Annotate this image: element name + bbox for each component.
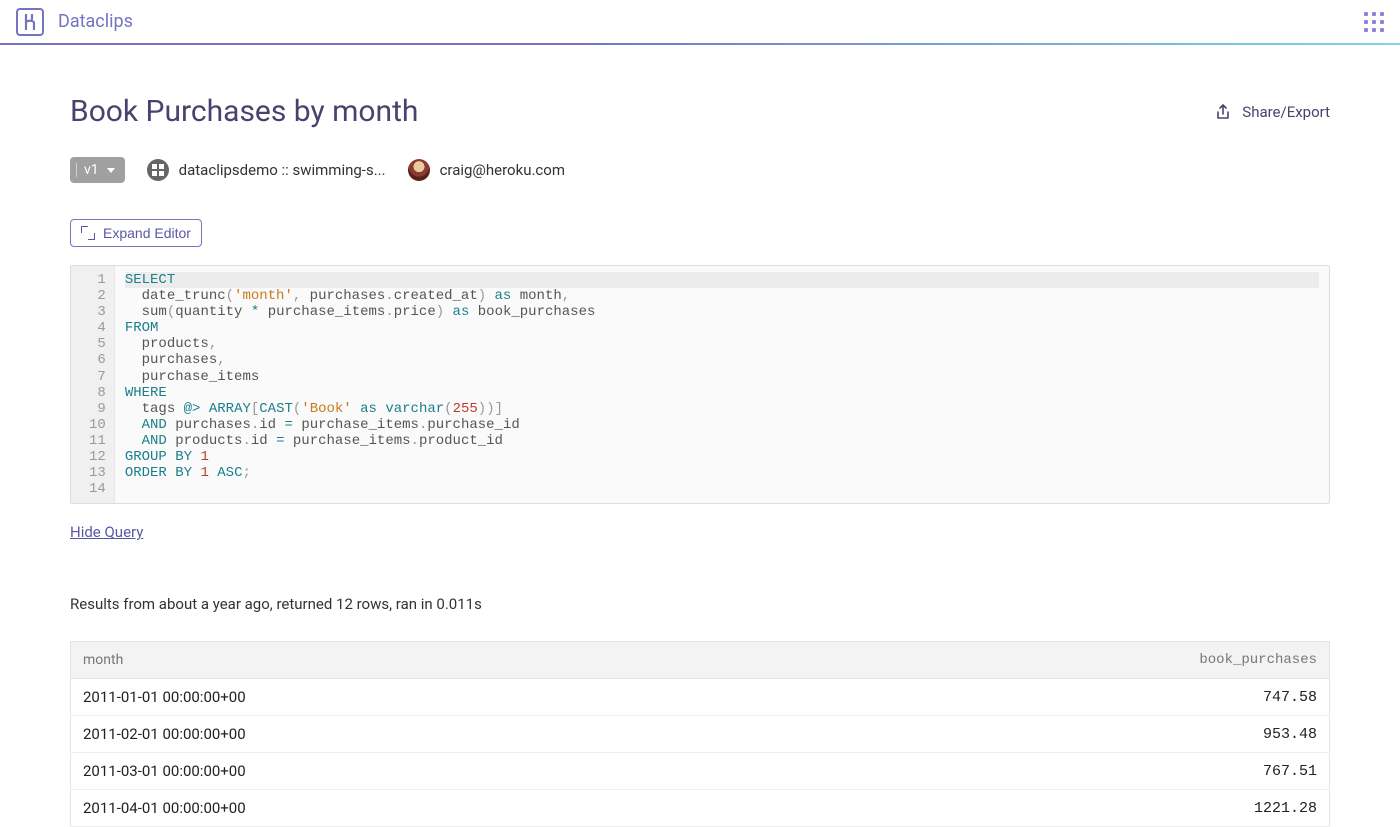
editor-code[interactable]: SELECT date_trunc('month', purchases.cre… bbox=[115, 266, 1329, 503]
sql-editor[interactable]: 1234567891011121314 SELECT date_trunc('m… bbox=[70, 265, 1330, 504]
database-name: dataclipsdemo :: swimming-s... bbox=[179, 161, 386, 179]
expand-icon bbox=[81, 226, 95, 240]
share-export-button[interactable]: Share/Export bbox=[1214, 103, 1330, 121]
col-book-purchases[interactable]: book_purchases bbox=[786, 642, 1329, 679]
avatar bbox=[408, 159, 430, 181]
expand-editor-button[interactable]: Expand Editor bbox=[70, 219, 202, 247]
title-row: Book Purchases by month Share/Export bbox=[70, 94, 1330, 129]
results-table: month book_purchases 2011-01-01 00:00:00… bbox=[70, 641, 1330, 827]
table-header-row: month book_purchases bbox=[71, 642, 1330, 679]
cell-month: 2011-01-01 00:00:00+00 bbox=[71, 679, 787, 716]
chevron-down-icon bbox=[107, 168, 115, 173]
meta-row: v1 dataclipsdemo :: swimming-s... craig@… bbox=[70, 157, 1330, 183]
share-label: Share/Export bbox=[1242, 103, 1330, 121]
hide-query-link[interactable]: Hide Query bbox=[70, 523, 143, 541]
topbar: Dataclips bbox=[0, 0, 1400, 44]
table-row[interactable]: 2011-01-01 00:00:00+00747.58 bbox=[71, 679, 1330, 716]
table-row[interactable]: 2011-03-01 00:00:00+00767.51 bbox=[71, 753, 1330, 790]
owner-email: craig@heroku.com bbox=[440, 161, 565, 179]
cell-book-purchases: 1221.28 bbox=[786, 790, 1329, 827]
cell-book-purchases: 953.48 bbox=[786, 716, 1329, 753]
heroku-logo-icon[interactable] bbox=[16, 8, 44, 36]
table-row[interactable]: 2011-02-01 00:00:00+00953.48 bbox=[71, 716, 1330, 753]
cell-book-purchases: 767.51 bbox=[786, 753, 1329, 790]
content: Book Purchases by month Share/Export v1 … bbox=[0, 44, 1400, 827]
table-row[interactable]: 2011-04-01 00:00:00+001221.28 bbox=[71, 790, 1330, 827]
cell-month: 2011-03-01 00:00:00+00 bbox=[71, 753, 787, 790]
version-selector[interactable]: v1 bbox=[70, 157, 125, 183]
app-name[interactable]: Dataclips bbox=[58, 11, 133, 32]
results-meta: Results from about a year ago, returned … bbox=[70, 595, 1330, 613]
col-month[interactable]: month bbox=[71, 642, 787, 679]
owner-chip[interactable]: craig@heroku.com bbox=[408, 159, 565, 181]
editor-gutter: 1234567891011121314 bbox=[71, 266, 115, 503]
expand-label: Expand Editor bbox=[103, 225, 191, 241]
share-icon bbox=[1214, 103, 1232, 121]
apps-grid-icon[interactable] bbox=[1364, 12, 1384, 32]
page-title: Book Purchases by month bbox=[70, 94, 418, 129]
database-icon bbox=[147, 159, 169, 181]
cell-month: 2011-04-01 00:00:00+00 bbox=[71, 790, 787, 827]
cell-book-purchases: 747.58 bbox=[786, 679, 1329, 716]
database-chip[interactable]: dataclipsdemo :: swimming-s... bbox=[147, 159, 386, 181]
version-label: v1 bbox=[84, 162, 99, 178]
cell-month: 2011-02-01 00:00:00+00 bbox=[71, 716, 787, 753]
